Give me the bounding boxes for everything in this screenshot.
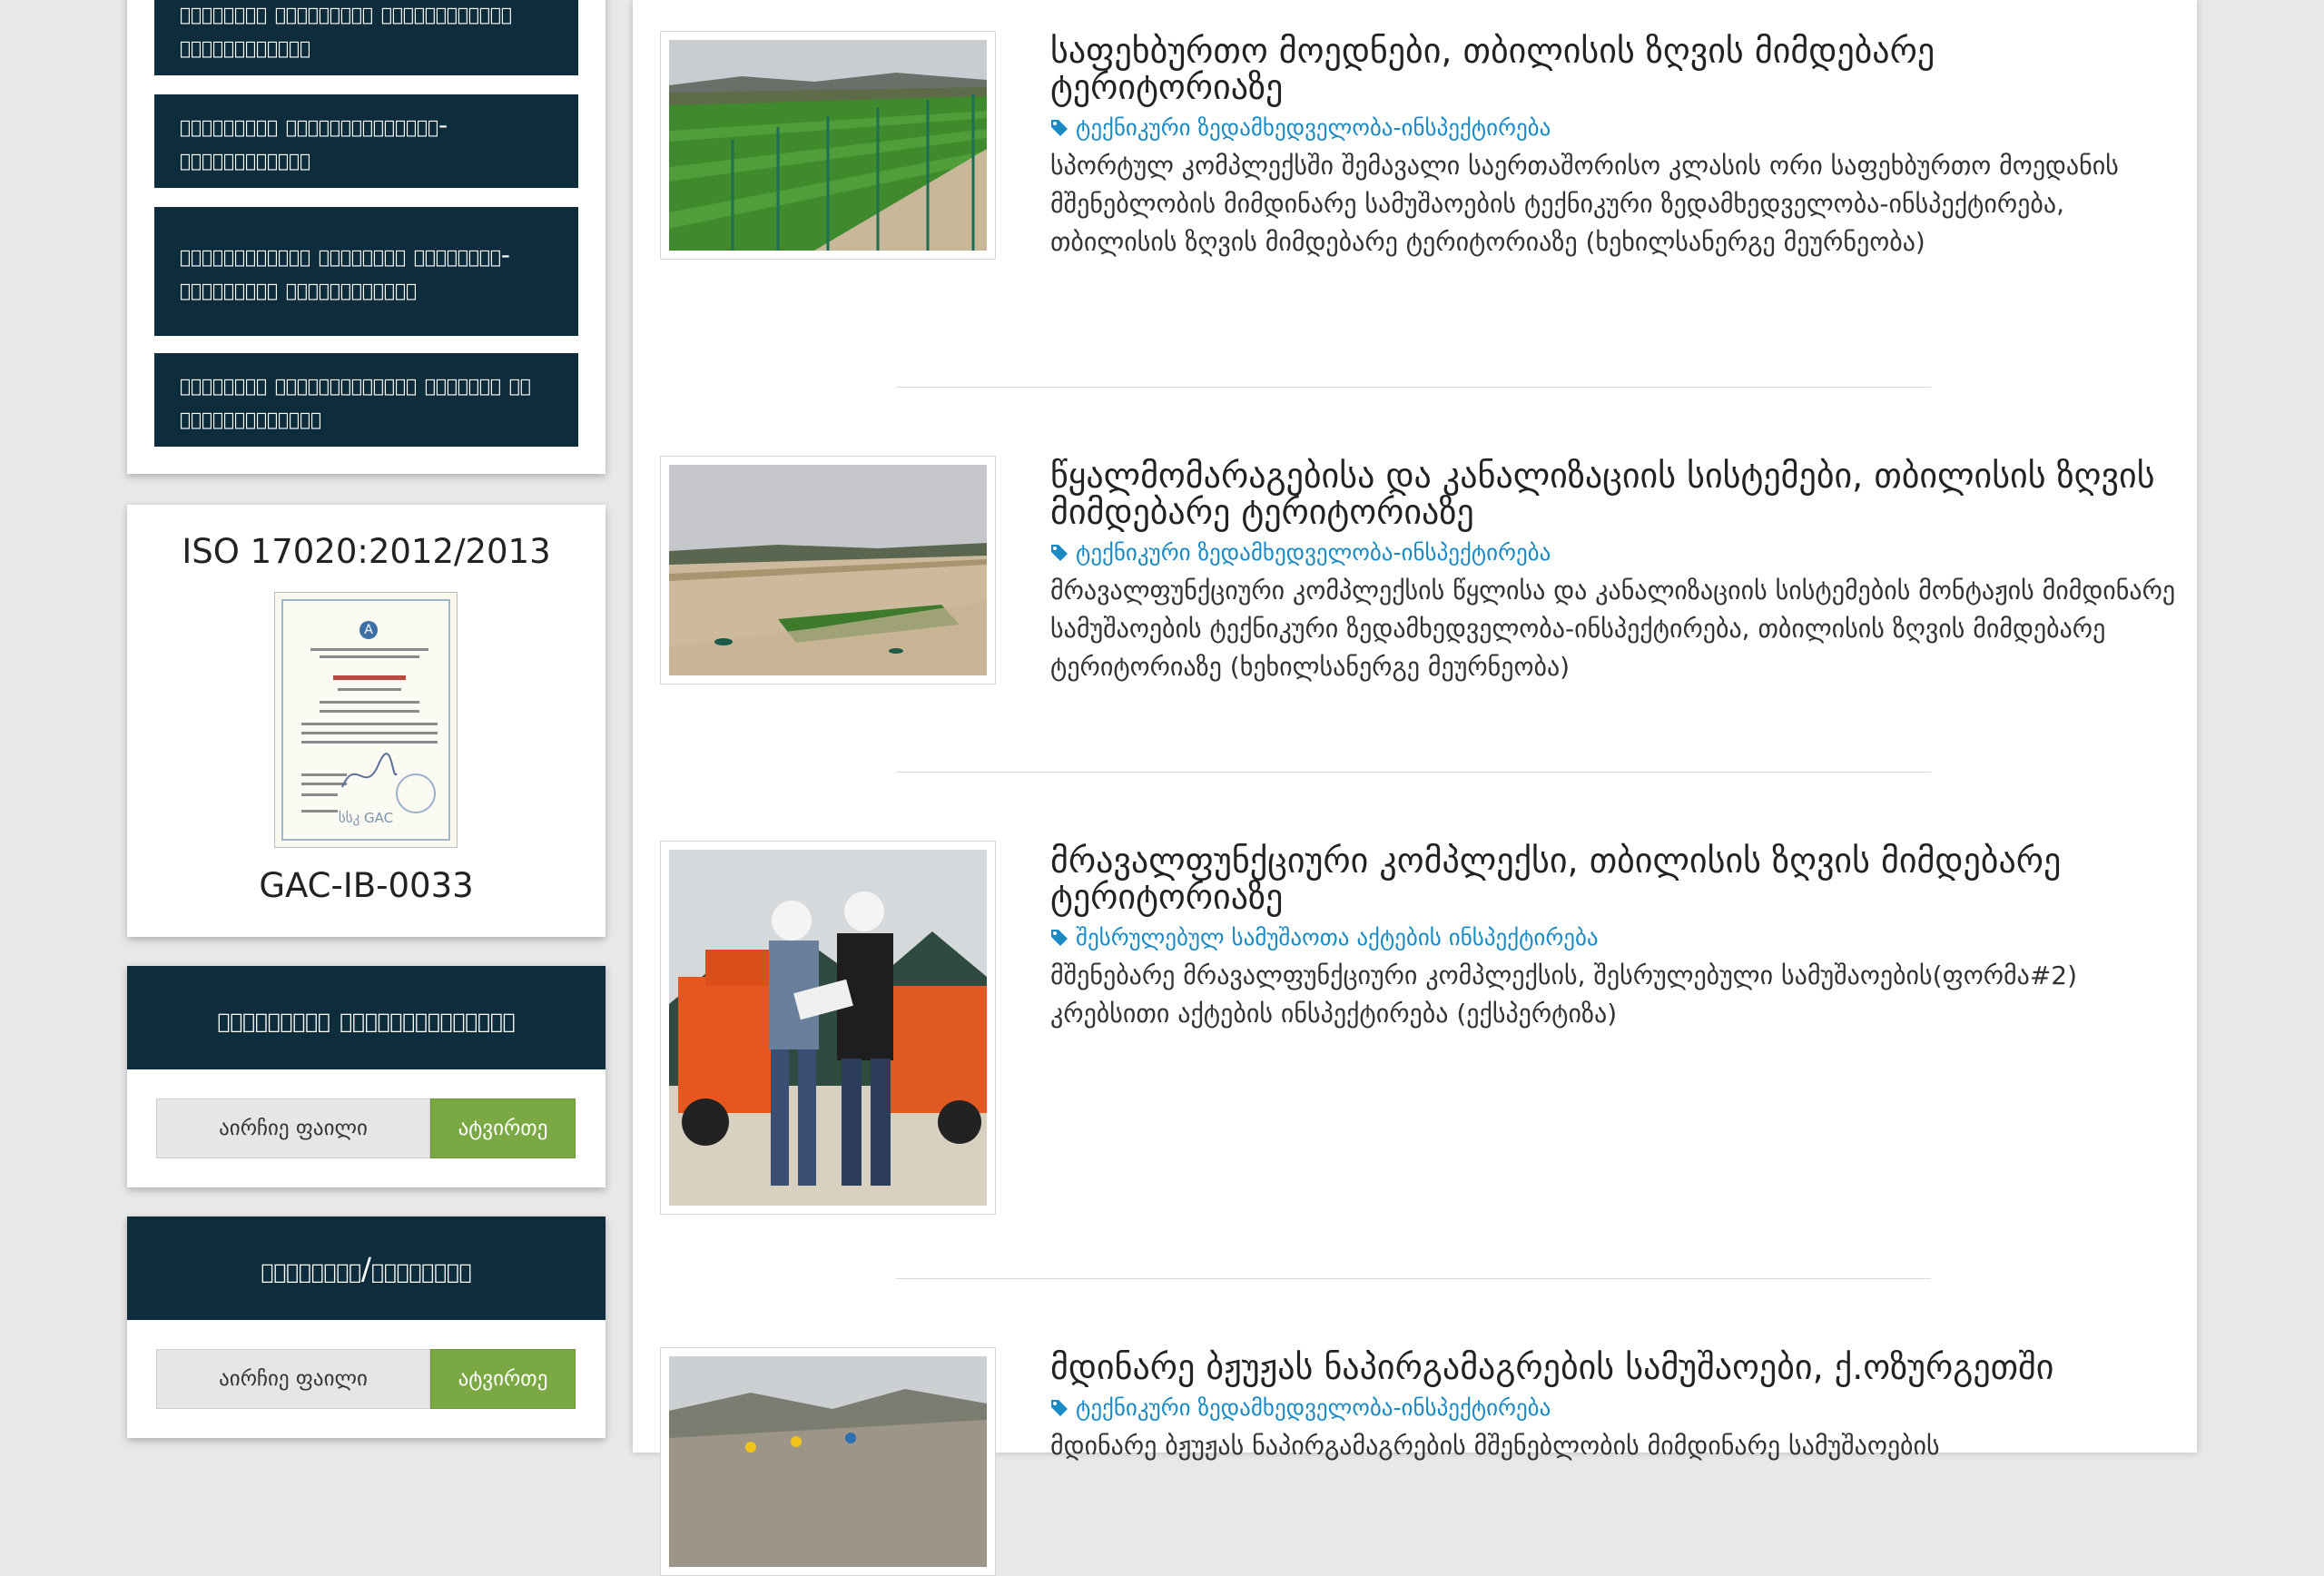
project-category-label: ტექნიკური ზედამხედველობა-ინსპექტირება	[1076, 1394, 1551, 1421]
project-description: მდინარე ბჟუჟას ნაპირგამაგრების მშენებლობ…	[1050, 1431, 1940, 1461]
project-description: მრავალფუნქციური კომპლექსის წყლისა და კან…	[1050, 576, 2176, 682]
stamp-icon	[396, 773, 436, 813]
project-category-label: შესრულებულ სამუშაოთა აქტების ინსპექტირებ…	[1076, 924, 1599, 951]
tag-icon	[1051, 544, 1068, 561]
complaint-appeal-card: საჩივარი/აპელაცია აირჩიე ფაილი ატვირთე	[127, 1216, 606, 1438]
divider	[896, 387, 1931, 388]
project-title-link[interactable]: მდინარე ბჟუჟას ნაპირგამაგრების სამუშაოებ…	[1050, 1349, 2176, 1385]
project-category-link[interactable]: ტექნიკური ზედამხედველობა-ინსპექტირება	[1050, 539, 1551, 566]
inspection-application-card: განაცხადი ინსპექტირებაზე აირჩიე ფაილი ატ…	[127, 966, 606, 1187]
project-thumbnail[interactable]	[660, 456, 996, 685]
menu-item-label: ნარდობის ხელშეკრულების ანალიზი და კონსულ…	[180, 368, 531, 432]
cert-text-line	[301, 723, 438, 725]
gac-logo-icon: A	[359, 621, 378, 639]
choose-file-button[interactable]: აირჩიე ფაილი	[156, 1349, 430, 1409]
cert-text-line	[301, 793, 338, 796]
project-thumbnail[interactable]	[660, 31, 996, 260]
tag-icon	[1051, 929, 1068, 946]
project-title-link[interactable]: წყალმომარაგებისა და კანალიზაციის სისტემე…	[1050, 458, 2176, 530]
upload-button[interactable]: ატვირთე	[430, 1098, 576, 1158]
iso-accreditation-code: GAC-IB-0033	[259, 866, 474, 905]
project-title-link[interactable]: მრავალფუნქციური კომპლექსი, თბილისის ზღვი…	[1050, 842, 2176, 915]
project-thumbnail[interactable]	[660, 841, 996, 1215]
menu-item-label: ტექნიკური ზედამხედველობა-ინსპექტირება	[180, 109, 448, 173]
menu-item-investment-inspection[interactable]: საინვესტიციო პროექტის ტექნიკურ-ფინანსური…	[154, 207, 578, 336]
cert-text-line	[338, 688, 401, 691]
menu-item-technical-condition[interactable]: ობიექტის ტექნიკური მდგომარეობის ინსპექტი…	[154, 0, 578, 75]
project-thumbnail[interactable]	[660, 1347, 996, 1576]
divider	[896, 772, 1931, 773]
cert-text-line	[320, 701, 419, 704]
services-menu: ობიექტის ტექნიკური მდგომარეობის ინსპექტი…	[127, 0, 606, 474]
divider	[896, 1278, 1931, 1279]
project-category-link[interactable]: შესრულებულ სამუშაოთა აქტების ინსპექტირებ…	[1050, 924, 1599, 951]
menu-item-label: საინვესტიციო პროექტის ტექნიკურ-ფინანსური…	[180, 240, 510, 303]
menu-item-technical-supervision[interactable]: ტექნიკური ზედამხედველობა-ინსპექტირება	[154, 94, 578, 188]
menu-item-contract-analysis[interactable]: ნარდობის ხელშეკრულების ანალიზი და კონსულ…	[154, 353, 578, 447]
project-list: საფეხბურთო მოედნები, თბილისის ზღვის მიმდ…	[633, 0, 2197, 1576]
project-description: მშენებარე მრავალფუნქციური კომპლექსის, შე…	[1050, 960, 2078, 1029]
football-field-photo	[669, 40, 987, 251]
project-title-link[interactable]: საფეხბურთო მოედნები, თბილისის ზღვის მიმდ…	[1050, 33, 2176, 105]
cert-text-line	[310, 648, 428, 651]
cert-heading-line	[333, 675, 406, 680]
project-category-label: ტექნიკური ზედამხედველობა-ინსპექტირება	[1076, 539, 1551, 566]
complaint-appeal-title: საჩივარი/აპელაცია	[127, 1216, 606, 1320]
cert-text-line	[301, 732, 438, 734]
project-description: სპორტულ კომპლექსში შემავალი საერთაშორისო…	[1050, 151, 2119, 257]
river-bank-photo	[669, 1356, 987, 1567]
accreditation-certificate-image[interactable]: A სსკ GAC	[274, 592, 458, 848]
construction-workers-photo	[669, 850, 987, 1206]
tag-icon	[1051, 119, 1068, 136]
water-system-photo	[669, 465, 987, 675]
certificate-border: A სსკ GAC	[281, 599, 450, 841]
cert-text-line	[301, 741, 438, 744]
certificate-footer-text: სსკ GAC	[338, 810, 394, 826]
tag-icon	[1051, 1399, 1068, 1416]
iso-title: ISO 17020:2012/2013	[182, 532, 551, 571]
cert-text-line	[320, 655, 419, 658]
menu-item-label: ობიექტის ტექნიკური მდგომარეობის ინსპექტი…	[180, 0, 512, 61]
cert-text-line	[320, 710, 419, 713]
project-category-link[interactable]: ტექნიკური ზედამხედველობა-ინსპექტირება	[1050, 114, 1551, 141]
inspection-application-title: განაცხადი ინსპექტირებაზე	[127, 966, 606, 1069]
project-category-link[interactable]: ტექნიკური ზედამხედველობა-ინსპექტირება	[1050, 1394, 1551, 1421]
project-category-label: ტექნიკური ზედამხედველობა-ინსპექტირება	[1076, 114, 1551, 141]
iso-accreditation-card: ISO 17020:2012/2013 A სსკ GAC GAC-IB-003…	[127, 505, 606, 937]
signature-icon	[341, 753, 398, 788]
choose-file-button[interactable]: აირჩიე ფაილი	[156, 1098, 430, 1158]
upload-button[interactable]: ატვირთე	[430, 1349, 576, 1409]
